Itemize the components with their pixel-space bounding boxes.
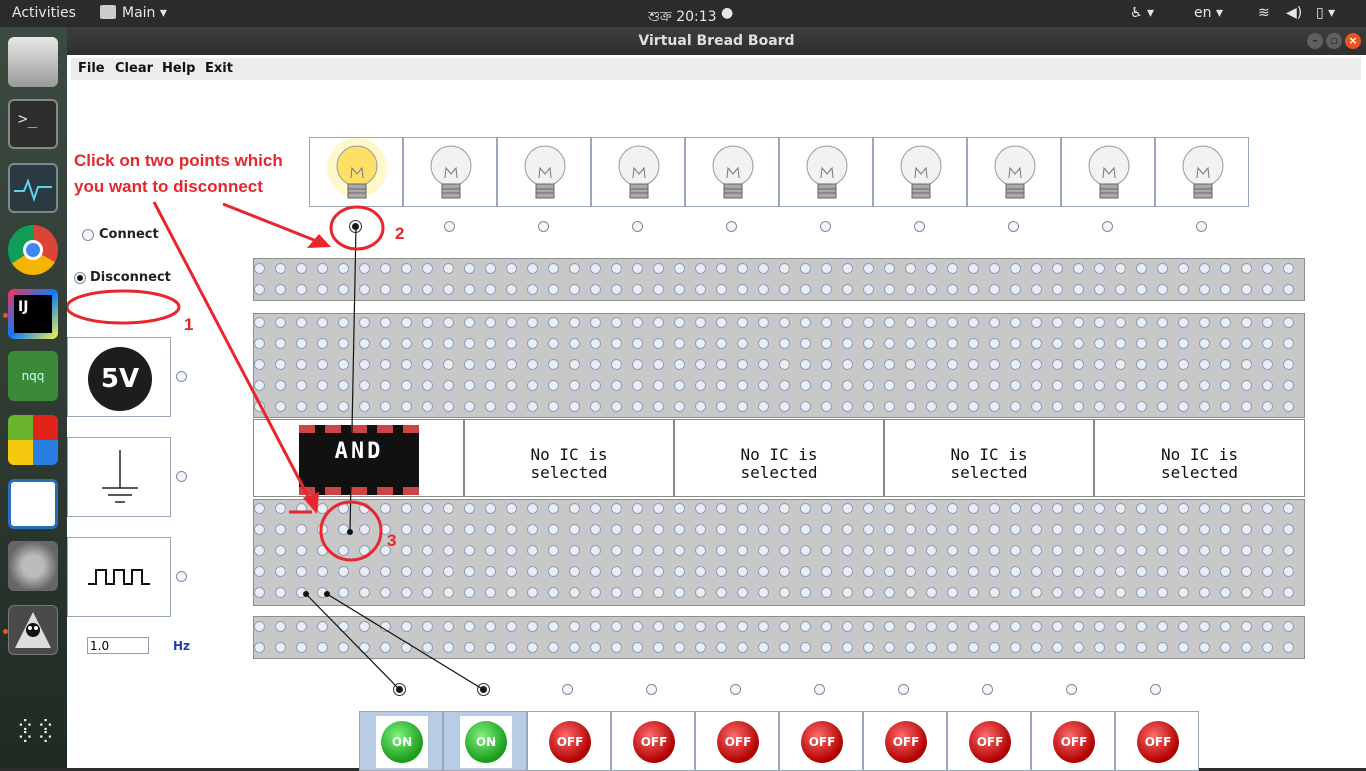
activities-button[interactable]: Activities	[12, 5, 76, 21]
wifi-icon[interactable]: ≋	[1258, 5, 1270, 21]
step-3-label: 3	[387, 531, 397, 550]
clock[interactable]: শুক্র 20:13	[648, 5, 717, 29]
minimize-icon[interactable]: –	[1307, 33, 1323, 49]
app-window: Virtual Bread Board – ▫ × File Clear Hel…	[67, 27, 1366, 771]
writer-icon[interactable]	[8, 479, 58, 529]
volume-icon[interactable]: ◀)	[1286, 5, 1302, 21]
launcher-dock: >_ IJ nqq ⁘⁘ ⁘⁘	[0, 27, 67, 768]
maximize-icon[interactable]: ▫	[1326, 33, 1342, 49]
close-icon[interactable]: ×	[1345, 33, 1361, 49]
window-title: Virtual Bread Board	[638, 33, 795, 49]
step-2-label: 2	[395, 224, 405, 243]
battery-icon[interactable]: ▯ ▾	[1316, 5, 1335, 21]
menu-help[interactable]: Help	[162, 61, 195, 76]
annotation-circle-2	[329, 205, 385, 251]
java-icon	[100, 5, 116, 19]
show-apps-icon[interactable]: ⁘⁘ ⁘⁘	[8, 711, 58, 761]
breadboard-canvas: Connect Disconnect 5V Hz	[67, 82, 1366, 771]
chrome-icon[interactable]	[8, 225, 58, 275]
language-label: en	[1194, 5, 1212, 21]
app-menu[interactable]: Main ▾	[100, 5, 167, 21]
window-titlebar: Virtual Bread Board – ▫ ×	[67, 27, 1366, 55]
menu-file[interactable]: File	[78, 61, 105, 76]
system-monitor-icon[interactable]	[8, 163, 58, 213]
menu-exit[interactable]: Exit	[205, 61, 233, 76]
java-app-icon[interactable]	[8, 605, 58, 655]
accessibility-icon[interactable]: ♿ ▾	[1130, 5, 1154, 21]
nqq-icon[interactable]: nqq	[8, 351, 58, 401]
menu-clear[interactable]: Clear	[115, 61, 153, 76]
intellij-icon[interactable]: IJ	[8, 289, 58, 339]
office-icon[interactable]	[8, 415, 58, 465]
annotation-circle-3	[319, 500, 383, 562]
app-menu-label: Main	[122, 5, 156, 21]
step-1-label: 1	[184, 315, 194, 334]
settings-icon[interactable]	[8, 541, 58, 591]
system-top-bar: Activities Main ▾ শুক্র 20:13 ● ♿ ▾ en ▾…	[0, 0, 1366, 27]
terminal-icon[interactable]: >_	[8, 99, 58, 149]
annotation-circle-1	[67, 289, 181, 325]
notification-dot-icon: ●	[721, 5, 734, 21]
files-icon[interactable]	[8, 37, 58, 87]
chevron-down-icon: ▾	[159, 5, 167, 21]
menu-bar: File Clear Help Exit	[71, 58, 1361, 80]
instruction-annotation: Click on two points which you want to di…	[74, 151, 283, 196]
language-indicator[interactable]: en ▾	[1194, 5, 1223, 21]
